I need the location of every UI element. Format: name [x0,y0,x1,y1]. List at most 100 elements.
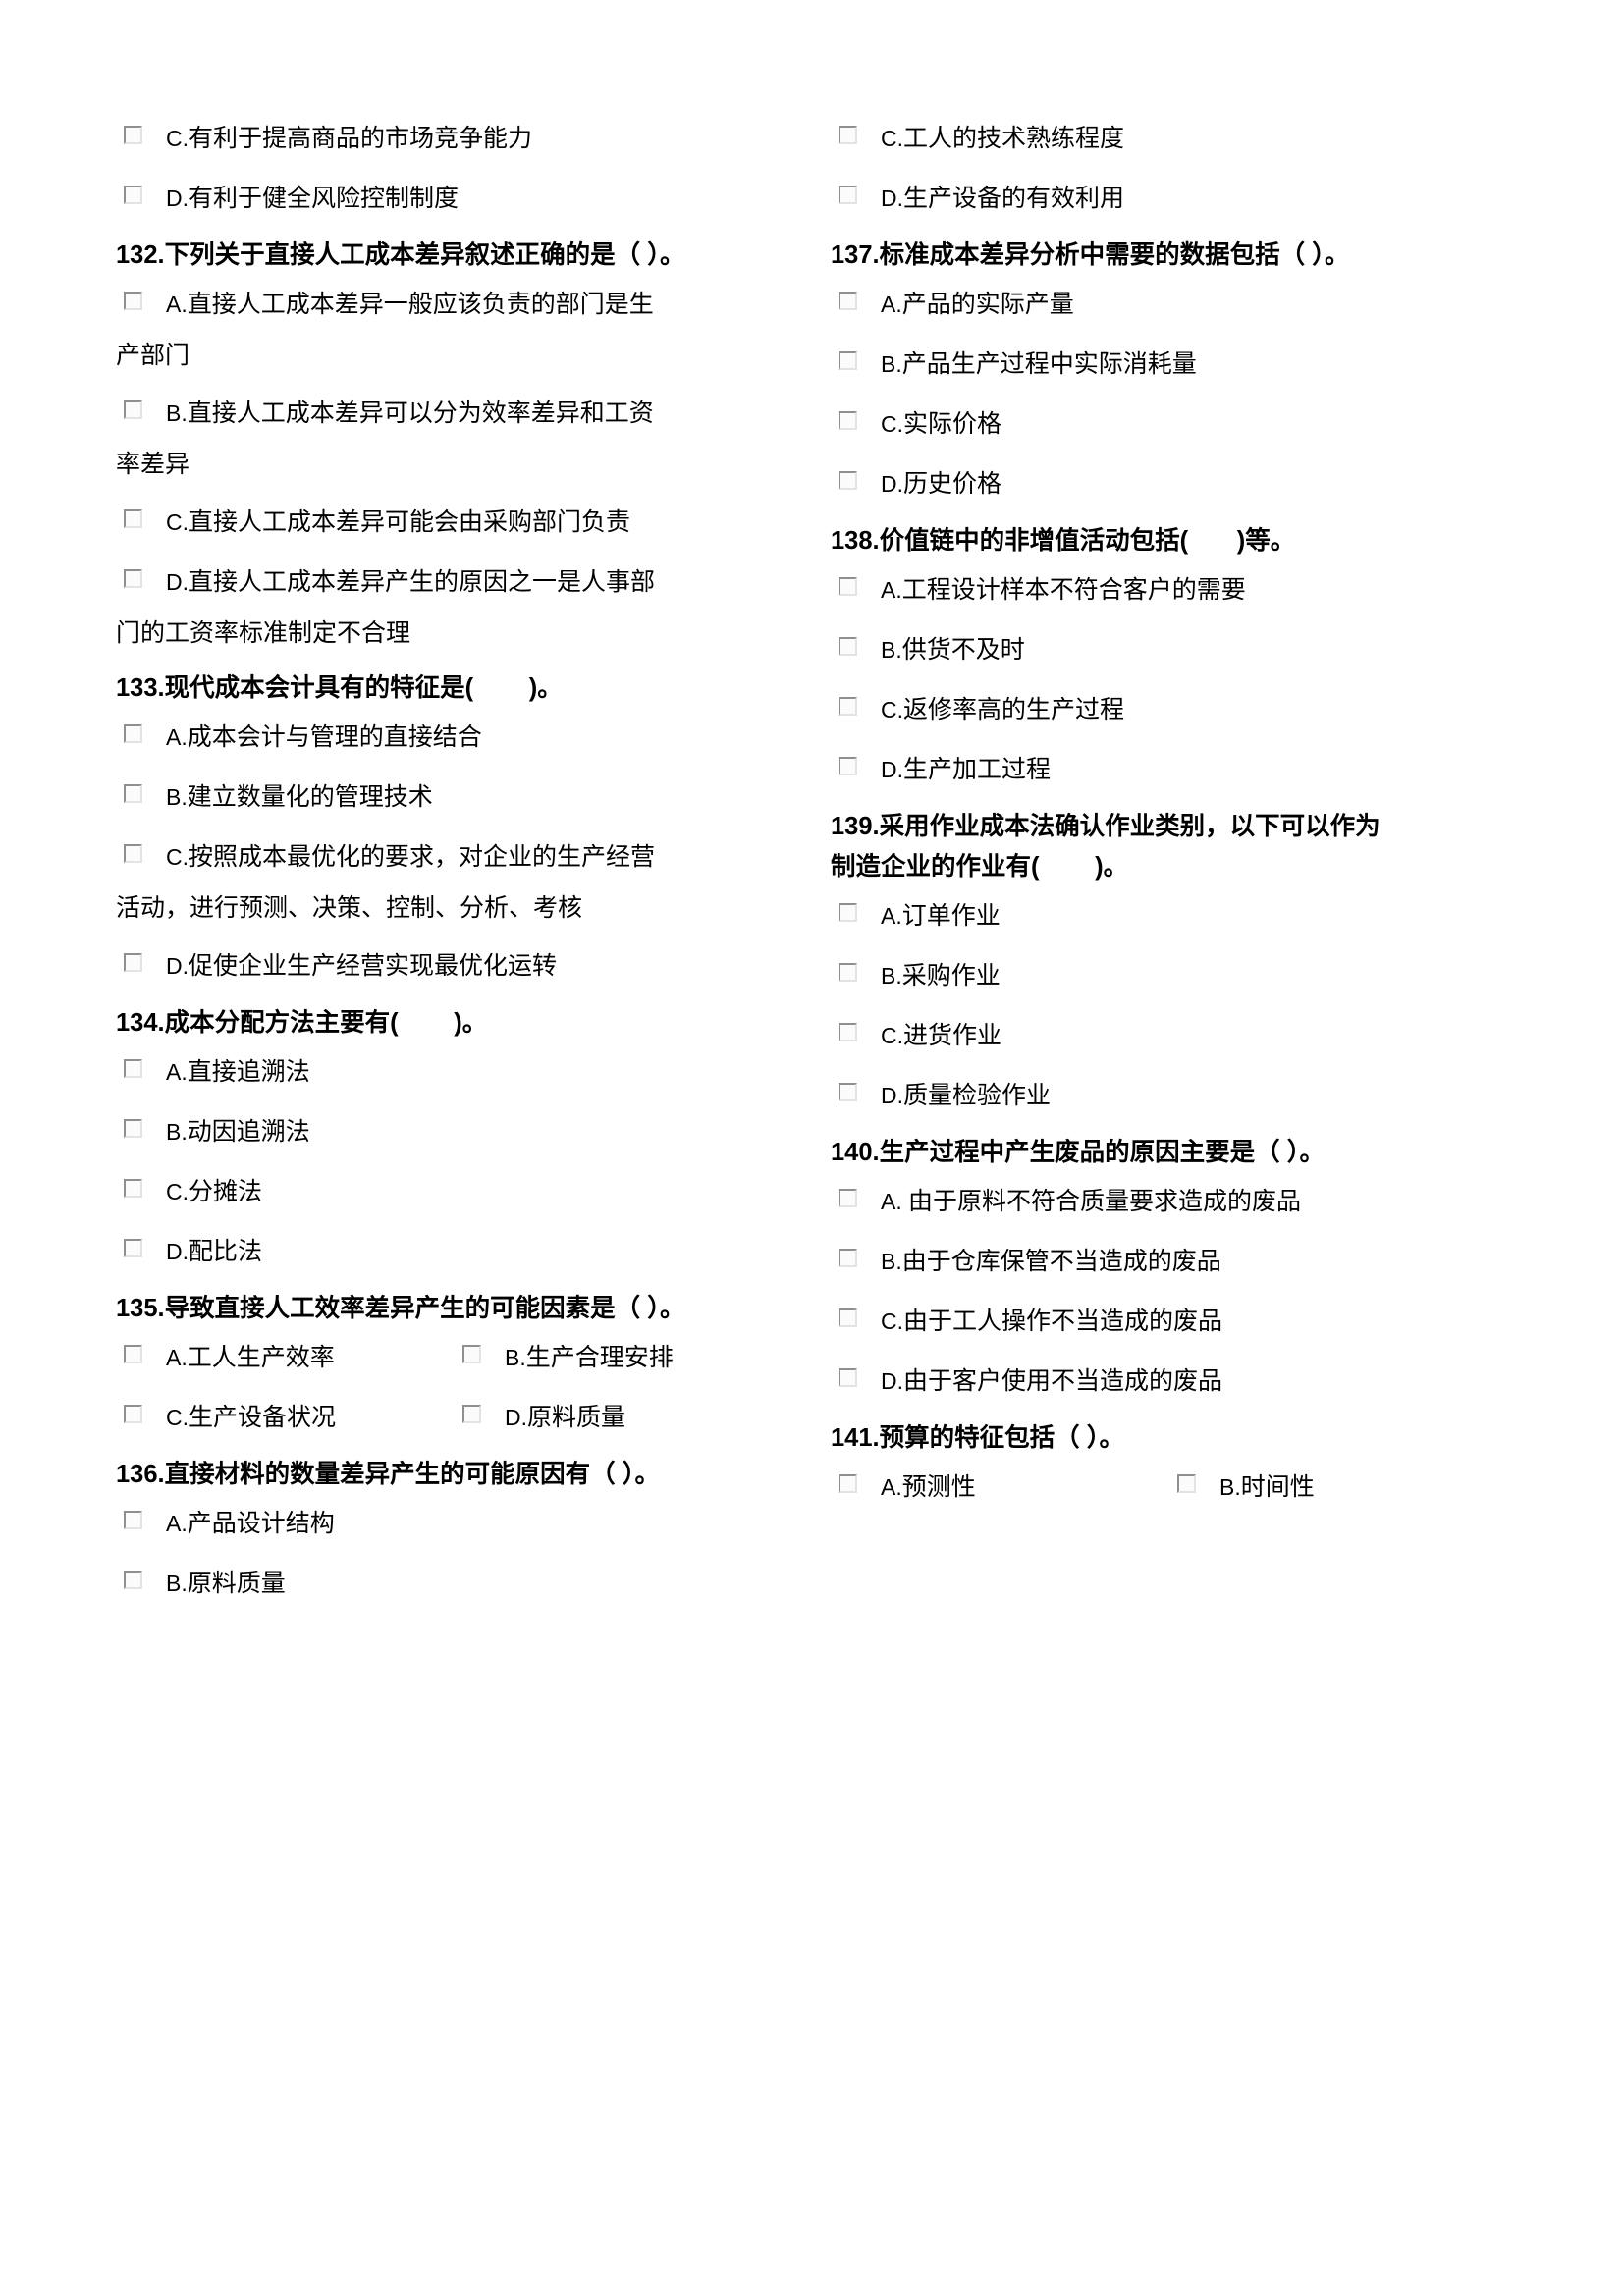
option-item[interactable]: A.订单作业 [831,893,1508,939]
checkbox-icon[interactable] [839,697,857,716]
checkbox-icon[interactable] [1177,1474,1196,1493]
checkbox-icon[interactable] [124,1405,142,1423]
option-item[interactable]: B.时间性 [1169,1465,1508,1511]
option-body: 产品设计结构 [187,1511,335,1537]
option-item[interactable]: D.生产加工过程 [831,747,1508,793]
checkbox-icon[interactable] [124,1059,142,1078]
option-label: A. [881,577,902,603]
checkbox-icon[interactable] [839,1189,857,1207]
option-item[interactable]: C.工人的技术熟练程度 [831,116,1508,162]
checkbox-icon[interactable] [124,569,142,588]
checkbox-icon[interactable] [124,844,142,863]
question-text: 直接材料的数量差异产生的可能原因有（ ）。 [164,1461,660,1488]
option-label: D. [166,953,189,979]
option-item[interactable]: A.直接追溯法 [116,1049,793,1095]
checkbox-icon[interactable] [839,186,857,204]
checkbox-icon[interactable] [839,1249,857,1267]
option-item[interactable]: B.生产合理安排 [455,1335,793,1381]
option-item[interactable]: B.采购作业 [831,953,1508,999]
option-body: 直接人工成本差异可以分为效率差异和工资 [187,400,654,427]
option-item[interactable]: C.进货作业 [831,1013,1508,1059]
option-body: 直接人工成本差异产生的原因之一是人事部 [189,569,656,596]
option-label: B. [881,637,902,663]
option-body: 促使企业生产经营实现最优化运转 [189,953,558,980]
option-item[interactable]: A. 由于原料不符合质量要求造成的废品 [831,1179,1508,1225]
checkbox-icon[interactable] [124,126,142,144]
option-item[interactable]: B.产品生产过程中实际消耗量 [831,342,1508,388]
question-number: 133. [116,674,165,702]
checkbox-icon[interactable] [124,186,142,204]
option-label: B. [505,1345,526,1370]
option-item[interactable]: D.直接人工成本差异产生的原因之一是人事部 [116,560,793,606]
checkbox-icon[interactable] [839,1083,857,1101]
option-item[interactable]: C.分摊法 [116,1169,793,1215]
checkbox-icon[interactable] [462,1405,481,1423]
question-number: 141. [831,1424,880,1452]
option-item[interactable]: C.有利于提高商品的市场竞争能力 [116,116,793,162]
option-item[interactable]: C.按照成本最优化的要求，对企业的生产经营 [116,834,793,881]
option-item[interactable]: A.工程设计样本不符合客户的需要 [831,567,1508,614]
option-item[interactable]: D.历史价格 [831,461,1508,507]
option-item[interactable]: C.返修率高的生产过程 [831,687,1508,733]
option-item[interactable]: A.成本会计与管理的直接结合 [116,715,793,761]
checkbox-icon[interactable] [124,1179,142,1198]
option-item[interactable]: B.直接人工成本差异可以分为效率差异和工资 [116,391,793,437]
option-continuation: 产部门 [116,343,190,369]
option-body: 进货作业 [903,1023,1002,1049]
option-item[interactable]: A.产品设计结构 [116,1501,793,1547]
option-item[interactable]: A.产品的实际产量 [831,282,1508,328]
checkbox-icon[interactable] [839,411,857,430]
checkbox-icon[interactable] [839,471,857,490]
option-item[interactable]: A.直接人工成本差异一般应该负责的部门是生 [116,282,793,328]
checkbox-icon[interactable] [124,1239,142,1257]
option-item[interactable]: D.由于客户使用不当造成的废品 [831,1359,1508,1405]
checkbox-icon[interactable] [839,903,857,922]
checkbox-icon[interactable] [839,1474,857,1493]
checkbox-icon[interactable] [124,1571,142,1589]
option-body: 按照成本最优化的要求，对企业的生产经营 [189,844,656,871]
option-item[interactable]: B.由于仓库保管不当造成的废品 [831,1239,1508,1285]
option-item[interactable]: D.质量检验作业 [831,1073,1508,1119]
checkbox-icon[interactable] [124,953,142,972]
checkbox-icon[interactable] [839,292,857,310]
option-label: B. [881,1249,902,1274]
option-item[interactable]: C.由于工人操作不当造成的废品 [831,1299,1508,1345]
option-item[interactable]: D.配比法 [116,1229,793,1275]
option-label: A. [881,903,902,929]
option-item[interactable]: B.原料质量 [116,1561,793,1607]
option-item[interactable]: C.生产设备状况 [116,1395,455,1441]
checkbox-icon[interactable] [124,724,142,743]
option-item[interactable]: C.直接人工成本差异可能会由采购部门负责 [116,500,793,546]
checkbox-icon[interactable] [462,1345,481,1363]
option-item[interactable]: B.动因追溯法 [116,1109,793,1155]
option-body: 分摊法 [189,1179,263,1205]
option-body: 由于原料不符合质量要求造成的废品 [901,1189,1301,1215]
checkbox-icon[interactable] [839,126,857,144]
option-label: D. [881,186,903,211]
checkbox-icon[interactable] [124,400,142,419]
option-item[interactable]: B.建立数量化的管理技术 [116,774,793,821]
checkbox-icon[interactable] [839,1308,857,1327]
option-item[interactable]: D.促使企业生产经营实现最优化运转 [116,943,793,989]
checkbox-icon[interactable] [124,509,142,528]
checkbox-icon[interactable] [839,1368,857,1387]
checkbox-icon[interactable] [839,637,857,656]
option-label: C. [166,1179,189,1204]
option-item[interactable]: A.工人生产效率 [116,1335,455,1381]
checkbox-icon[interactable] [124,292,142,310]
option-item[interactable]: A.预测性 [831,1465,1169,1511]
checkbox-icon[interactable] [124,1119,142,1138]
checkbox-icon[interactable] [839,577,857,596]
option-item[interactable]: D.原料质量 [455,1395,793,1441]
checkbox-icon[interactable] [839,351,857,370]
checkbox-icon[interactable] [124,1511,142,1529]
checkbox-icon[interactable] [839,1023,857,1041]
option-item[interactable]: C.实际价格 [831,401,1508,448]
option-item[interactable]: D.有利于健全风险控制制度 [116,176,793,222]
checkbox-icon[interactable] [839,963,857,982]
checkbox-icon[interactable] [124,784,142,803]
option-item[interactable]: D.生产设备的有效利用 [831,176,1508,222]
checkbox-icon[interactable] [124,1345,142,1363]
checkbox-icon[interactable] [839,757,857,775]
option-item[interactable]: B.供货不及时 [831,627,1508,673]
